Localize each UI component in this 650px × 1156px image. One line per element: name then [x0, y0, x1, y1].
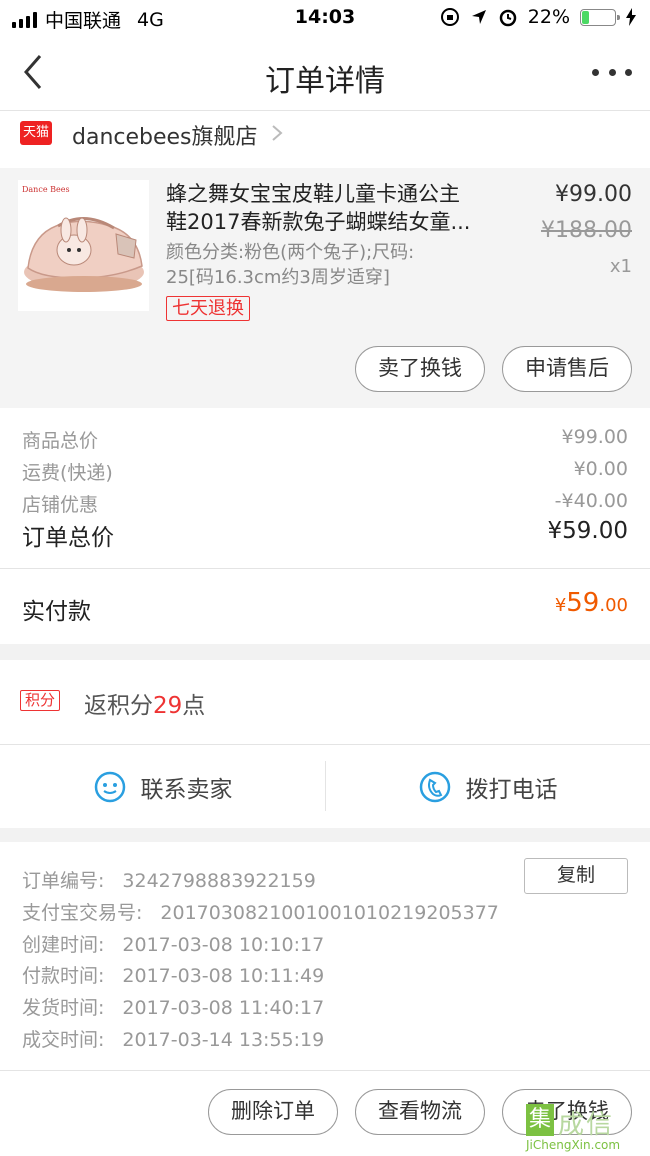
- points-prefix: 返积分: [84, 693, 153, 719]
- copy-button[interactable]: 复制: [524, 858, 628, 894]
- nav-bar: 订单详情: [0, 36, 650, 110]
- phone-icon: [419, 771, 450, 803]
- contact-seller-button[interactable]: 联系卖家: [0, 745, 325, 829]
- product-spec: 颜色分类:粉色(两个兔子);尺码: 25[码16.3cm约3周岁适穿]: [166, 240, 476, 290]
- info-row-completed: 成交时间: 2017-03-14 13:55:19: [22, 1029, 325, 1051]
- summary-row-goods: 商品总价 ¥99.00: [22, 426, 628, 453]
- summary-value: ¥99.00: [561, 426, 628, 448]
- product-spec-line1: 颜色分类:粉色(两个兔子);尺码:: [166, 242, 415, 263]
- delete-order-button[interactable]: 删除订单: [208, 1089, 338, 1135]
- info-row-paid: 付款时间: 2017-03-08 10:11:49: [22, 965, 325, 987]
- order-total-label: 订单总价: [22, 525, 114, 551]
- watermark: 集 成信 JiChengXin.com: [526, 1104, 644, 1154]
- alarm-icon: [499, 9, 517, 27]
- info-row-alipay-number: 支付宝交易号: 2017030821001001010219205377: [22, 902, 499, 924]
- after-sale-button[interactable]: 申请售后: [502, 346, 632, 392]
- paid-decimal: .00: [599, 595, 628, 616]
- view-logistics-button[interactable]: 查看物流: [355, 1089, 485, 1135]
- summary-label: 店铺优惠: [22, 494, 99, 516]
- product-price: ¥99.00: [555, 182, 632, 207]
- watermark-logo: 集: [526, 1104, 554, 1136]
- order-info: 订单编号: 3242798883922159 复制 支付宝交易号: 20170308…: [0, 842, 650, 1070]
- points-row: 积分 返积分29点: [0, 660, 650, 744]
- contact-seller-label: 联系卖家: [140, 777, 233, 803]
- shop-name[interactable]: dancebees旗舰店: [72, 119, 258, 151]
- return-policy-badge: 七天退换: [166, 296, 250, 321]
- paid-integer: 59: [566, 588, 600, 618]
- contact-bar: 联系卖家 拨打电话: [0, 744, 650, 828]
- product-original-price: ¥188.00: [541, 218, 632, 243]
- charging-icon: [626, 8, 636, 26]
- orientation-lock-icon: [440, 8, 459, 26]
- info-row-shipped: 发货时间: 2017-03-08 11:40:17: [22, 997, 325, 1019]
- shop-row[interactable]: 天猫 dancebees旗舰店: [0, 110, 650, 168]
- divider: [0, 568, 650, 569]
- status-right: 22%: [440, 6, 636, 28]
- chevron-right-icon: [272, 125, 283, 141]
- product-quantity: x1: [609, 256, 632, 277]
- summary-value: ¥0.00: [573, 458, 628, 480]
- points-value: 29: [153, 693, 183, 719]
- call-phone-label: 拨打电话: [465, 777, 558, 803]
- tmall-icon: 天猫: [20, 121, 52, 145]
- points-text: 返积分29点: [84, 686, 205, 720]
- info-row-created: 创建时间: 2017-03-08 10:10:17: [22, 934, 325, 956]
- page-title: 订单详情: [265, 64, 385, 99]
- summary-row-shipping: 运费(快递) ¥0.00: [22, 458, 628, 485]
- order-total-value: ¥59.00: [547, 518, 628, 544]
- location-icon: [471, 10, 486, 24]
- points-suffix: 点: [182, 693, 206, 719]
- product-title[interactable]: 蜂之舞女宝宝皮鞋儿童卡通公主 鞋2017春新款兔子蝴蝶结女童...: [166, 180, 506, 236]
- summary-value: -¥40.00: [554, 490, 628, 512]
- paid-amount: ¥59.00: [555, 588, 628, 618]
- paid-currency: ¥: [554, 595, 567, 616]
- summary-label: 运费(快递): [22, 462, 113, 484]
- image-brand: Dance Bees: [22, 185, 70, 194]
- product-image[interactable]: Dance Bees: [18, 180, 149, 311]
- battery-percent: 22%: [527, 6, 570, 28]
- battery-fill: [582, 10, 590, 24]
- call-phone-button[interactable]: 拨打电话: [325, 745, 650, 829]
- watermark-text: 成信: [558, 1110, 615, 1140]
- summary-row-discount: 店铺优惠 -¥40.00: [22, 490, 628, 517]
- summary-label: 商品总价: [22, 430, 99, 452]
- sell-button[interactable]: 卖了换钱: [355, 346, 485, 392]
- product-spec-line2: 25[码16.3cm约3周岁适穿]: [166, 267, 390, 288]
- price-summary: 商品总价 ¥99.00 运费(快递) ¥0.00 店铺优惠 -¥40.00 订单…: [0, 408, 650, 644]
- product-card[interactable]: Dance Bees 蜂之舞女宝宝皮鞋儿童卡通公主 鞋2017春新款兔子蝴蝶结女…: [0, 168, 650, 408]
- chat-icon: [94, 771, 125, 803]
- battery-icon: [580, 8, 620, 26]
- status-bar: 中国联通 4G 14:03 22%: [0, 0, 650, 36]
- summary-row-total: 订单总价 ¥59.00: [22, 518, 628, 552]
- watermark-url: JiChengXin.com: [526, 1138, 621, 1152]
- product-title-line1: 蜂之舞女宝宝皮鞋儿童卡通公主: [166, 182, 460, 206]
- product-title-line2: 鞋2017春新款兔子蝴蝶结女童...: [166, 210, 471, 234]
- shoe-image: Dance Bees: [22, 185, 144, 292]
- more-icon[interactable]: [592, 60, 632, 84]
- info-row-order-number: 订单编号: 3242798883922159: [22, 870, 316, 892]
- paid-label: 实付款: [22, 599, 91, 625]
- points-badge: 积分: [20, 690, 61, 711]
